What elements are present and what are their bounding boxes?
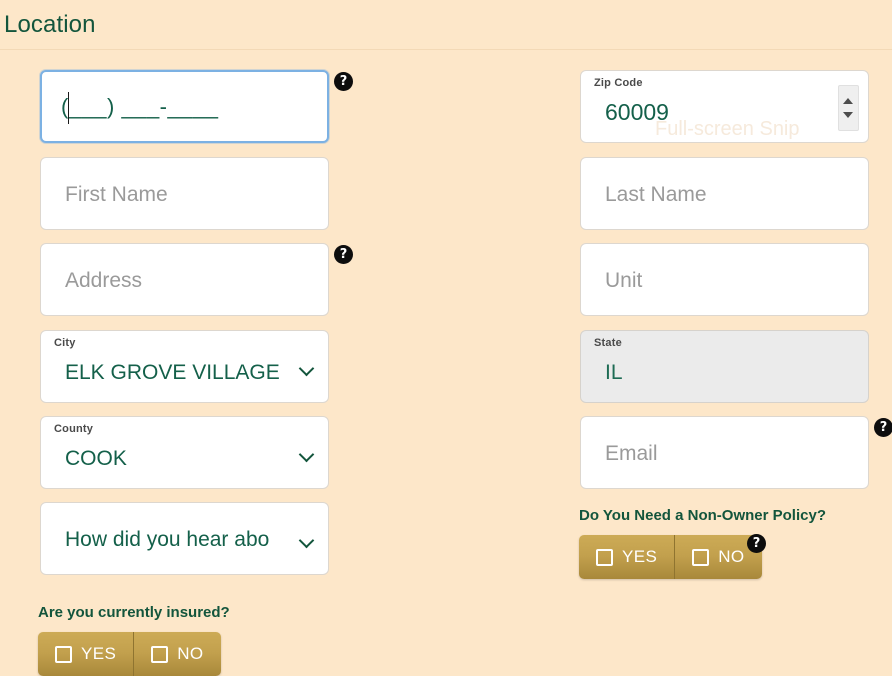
phone-mask-text: (___) ___-____ — [61, 93, 219, 119]
currently-insured-label: Are you currently insured? — [38, 604, 230, 621]
address-placeholder: Address — [65, 268, 143, 292]
currently-insured-no-button[interactable]: NO — [133, 632, 221, 676]
section-header: Location — [0, 8, 892, 50]
checkbox-icon — [55, 645, 72, 663]
state-value: IL — [605, 360, 623, 384]
non-owner-policy-help-icon[interactable]: ? — [747, 534, 766, 553]
checkbox-icon — [692, 548, 710, 566]
non-owner-policy-toggle-group: YES NO — [579, 535, 762, 579]
header-divider — [0, 49, 892, 50]
location-form-page: Location (___) ___-____ ? First Name Add… — [0, 0, 892, 676]
county-select[interactable]: County COOK — [40, 416, 329, 489]
text-caret — [68, 92, 69, 124]
phone-field: (___) ___-____ ? — [40, 70, 353, 143]
first-name-input[interactable]: First Name — [40, 157, 329, 230]
address-help-icon[interactable]: ? — [334, 245, 353, 264]
email-field: Email ? — [580, 416, 892, 489]
non-owner-yes-button[interactable]: YES — [579, 535, 675, 579]
checkbox-icon — [596, 548, 613, 566]
unit-field: Unit — [580, 243, 869, 316]
currently-insured-yes-button[interactable]: YES — [38, 632, 134, 676]
first-name-placeholder: First Name — [65, 182, 168, 206]
city-select[interactable]: City ELK GROVE VILLAGE — [40, 330, 329, 403]
chevron-down-icon — [301, 363, 314, 371]
unit-placeholder: Unit — [605, 268, 643, 292]
city-field: City ELK GROVE VILLAGE — [40, 330, 329, 403]
last-name-placeholder: Last Name — [605, 182, 707, 206]
address-input[interactable]: Address — [40, 243, 329, 316]
county-field: County COOK — [40, 416, 329, 489]
checkbox-icon — [151, 645, 169, 663]
first-name-field: First Name — [40, 157, 329, 230]
zip-code-field: Zip Code 60009 — [580, 70, 869, 143]
address-field: Address ? — [40, 243, 353, 316]
email-input[interactable]: Email — [580, 416, 869, 489]
unit-input[interactable]: Unit — [580, 243, 869, 316]
phone-input[interactable]: (___) ___-____ — [40, 70, 329, 143]
email-help-icon[interactable]: ? — [874, 418, 892, 437]
county-value: COOK — [65, 446, 127, 470]
state-input: State IL — [580, 330, 869, 403]
zip-code-value: 60009 — [605, 99, 669, 125]
chevron-down-icon — [301, 535, 314, 543]
last-name-field: Last Name — [580, 157, 869, 230]
non-owner-yes-label: YES — [622, 547, 658, 566]
referral-source-value: How did you hear abo — [65, 527, 270, 551]
currently-insured-toggle-group: YES NO — [38, 632, 221, 676]
page-title: Location — [4, 11, 96, 38]
currently-insured-yes-label: YES — [81, 644, 117, 663]
referral-source-field: How did you hear abo — [40, 502, 329, 575]
phone-help-icon[interactable]: ? — [334, 72, 353, 91]
stepper-down-icon[interactable] — [843, 111, 853, 118]
city-value: ELK GROVE VILLAGE — [65, 360, 280, 384]
email-placeholder: Email — [605, 441, 658, 465]
state-field: State IL — [580, 330, 869, 403]
stepper-up-icon[interactable] — [843, 97, 853, 104]
non-owner-policy-label: Do You Need a Non-Owner Policy? — [579, 507, 826, 524]
zip-code-stepper[interactable] — [838, 84, 859, 131]
referral-source-select[interactable]: How did you hear abo — [40, 502, 329, 575]
last-name-input[interactable]: Last Name — [580, 157, 869, 230]
currently-insured-no-label: NO — [177, 644, 204, 663]
non-owner-no-label: NO — [718, 547, 745, 566]
chevron-down-icon — [301, 449, 314, 457]
zip-code-input[interactable]: Zip Code 60009 — [580, 70, 869, 143]
